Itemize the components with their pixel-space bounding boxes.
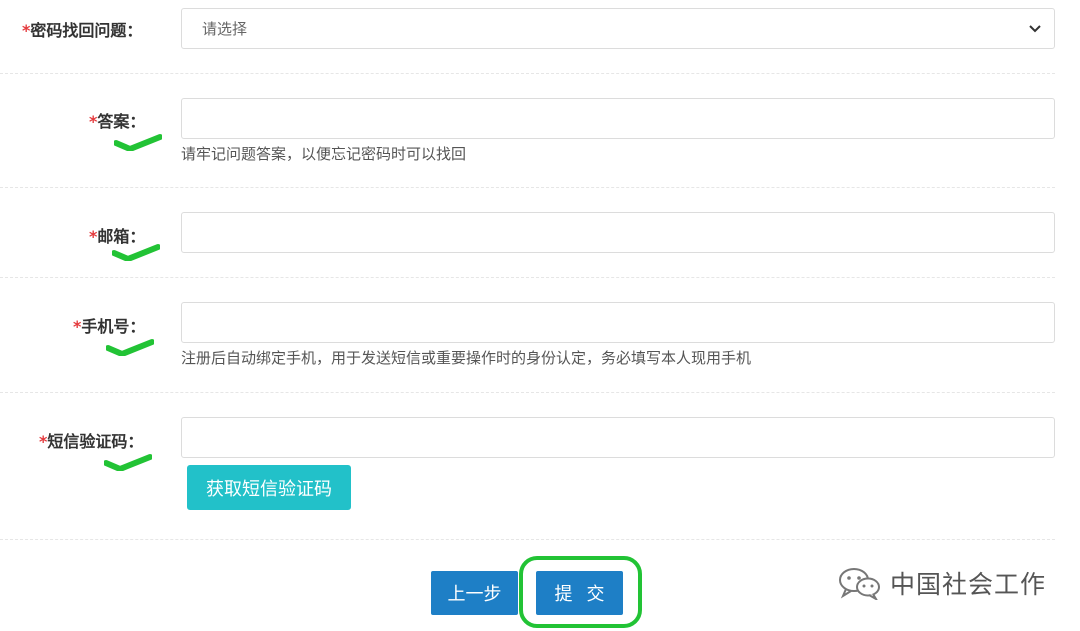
sms-label: *短信验证码： [39, 432, 144, 451]
check-icon [114, 134, 162, 151]
sms-code-input[interactable] [181, 417, 1055, 458]
answer-input[interactable] [181, 98, 1055, 139]
answer-hint: 请牢记问题答案，以便忘记密码时可以找回 [181, 145, 467, 163]
question-select-value: 请选择 [202, 20, 248, 38]
check-icon [104, 454, 152, 471]
prev-step-button[interactable]: 上一步 [431, 571, 518, 615]
sms-row [0, 393, 1055, 540]
submit-button[interactable]: 提交 [536, 571, 623, 615]
wechat-icon [839, 568, 880, 600]
phone-hint: 注册后自动绑定手机，用于发送短信或重要操作时的身份认定，务必填写本人现用手机 [181, 349, 752, 367]
phone-input[interactable] [181, 302, 1055, 343]
watermark-text: 中国社会工作 [890, 570, 1047, 599]
phone-label: *手机号： [73, 317, 146, 336]
watermark: 中国社会工作 [838, 565, 1046, 601]
check-icon [106, 339, 154, 356]
check-icon [112, 244, 160, 261]
email-input[interactable] [181, 212, 1055, 253]
question-select[interactable]: 请选择 [181, 8, 1055, 49]
answer-label: *答案： [89, 112, 146, 131]
question-label: *密码找回问题： [22, 21, 143, 40]
chevron-down-icon [1029, 25, 1041, 33]
get-sms-code-button[interactable]: 获取短信验证码 [187, 465, 351, 510]
